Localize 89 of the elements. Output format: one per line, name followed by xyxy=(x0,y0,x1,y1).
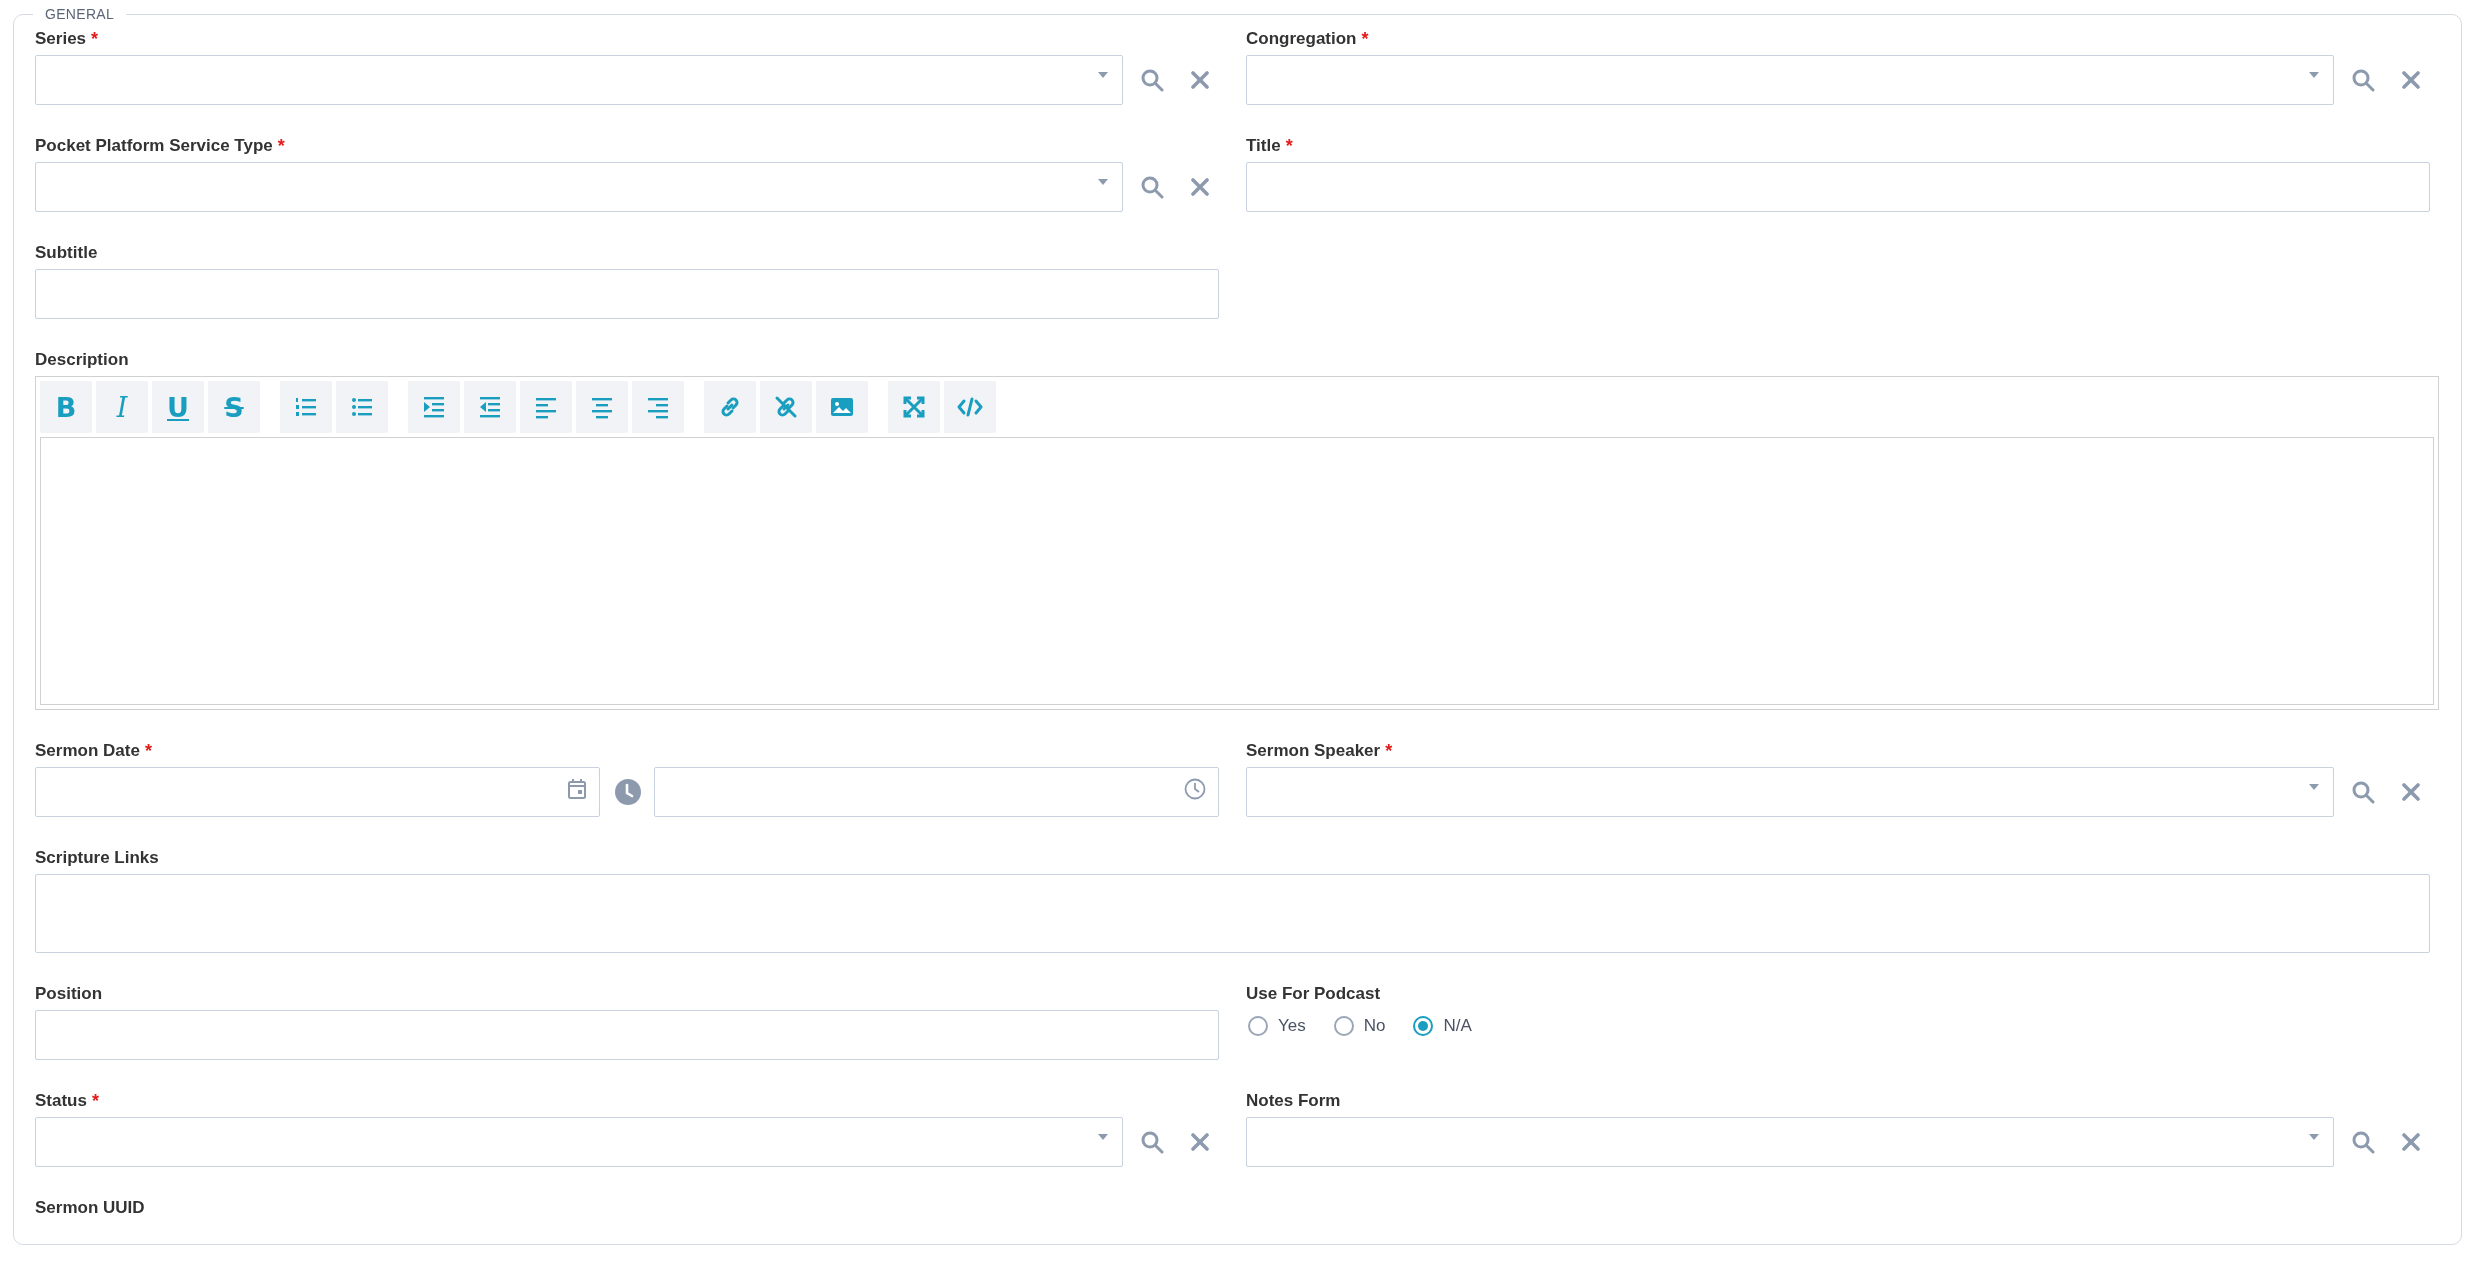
code-button[interactable] xyxy=(944,381,996,433)
dropdown-field[interactable] xyxy=(35,162,1123,212)
link-icon xyxy=(718,395,742,419)
search-icon[interactable] xyxy=(2351,780,2375,804)
field-label: Series xyxy=(35,29,87,49)
align-right-icon xyxy=(646,395,670,419)
bullet-list-button[interactable] xyxy=(336,381,388,433)
field-label: Description xyxy=(35,350,129,370)
dropdown-field[interactable] xyxy=(35,55,1123,105)
expand-icon xyxy=(902,395,926,419)
radio-label[interactable]: N/A xyxy=(1443,1016,1472,1036)
field-label: Sermon Date xyxy=(35,741,140,761)
align-left-button[interactable] xyxy=(520,381,572,433)
field-label: Status xyxy=(35,1091,87,1111)
field-label: Scripture Links xyxy=(35,848,159,868)
text-field[interactable] xyxy=(35,1010,1219,1060)
indent-button[interactable] xyxy=(408,381,460,433)
required-mark: * xyxy=(1285,135,1293,157)
field-label: Position xyxy=(35,984,103,1004)
dropdown-field[interactable] xyxy=(35,1117,1123,1167)
field-label: Pocket Platform Service Type xyxy=(35,136,273,156)
field-label: Notes Form xyxy=(1246,1091,1341,1111)
outdent-icon xyxy=(478,395,502,419)
align-center-icon xyxy=(590,395,614,419)
dropdown-field[interactable] xyxy=(1246,55,2334,105)
time-field[interactable] xyxy=(654,767,1219,817)
field-label: Sermon UUID xyxy=(35,1198,145,1218)
image-button[interactable] xyxy=(816,381,868,433)
clear-icon[interactable] xyxy=(2402,71,2420,89)
text-field[interactable] xyxy=(1246,162,2430,212)
clock-icon xyxy=(615,779,641,805)
link-button[interactable] xyxy=(704,381,756,433)
fullscreen-button[interactable] xyxy=(888,381,940,433)
radio-label[interactable]: No xyxy=(1363,1016,1386,1036)
required-mark: * xyxy=(1385,740,1393,762)
caret-icon xyxy=(2309,784,2319,790)
required-mark: * xyxy=(1361,28,1369,50)
unlink-button[interactable] xyxy=(760,381,812,433)
radio-button[interactable] xyxy=(1333,1016,1354,1036)
ordered-list-button[interactable] xyxy=(280,381,332,433)
required-mark: * xyxy=(91,28,99,50)
field-label: Congregation xyxy=(1246,29,1357,49)
required-mark: * xyxy=(277,135,285,157)
field-label: Use For Podcast xyxy=(1246,984,1381,1004)
indent-icon xyxy=(422,395,446,419)
section-legend: GENERAL xyxy=(33,6,126,22)
outdent-button[interactable] xyxy=(464,381,516,433)
caret-icon xyxy=(2309,1134,2319,1140)
caret-icon xyxy=(2309,72,2319,78)
bullet-list-icon xyxy=(350,395,374,419)
align-right-button[interactable] xyxy=(632,381,684,433)
align-center-button[interactable] xyxy=(576,381,628,433)
clear-icon[interactable] xyxy=(1191,178,1209,196)
radio-label[interactable]: Yes xyxy=(1278,1016,1306,1036)
clear-icon[interactable] xyxy=(2402,783,2420,801)
field-label: Sermon Speaker xyxy=(1246,741,1381,761)
required-mark: * xyxy=(144,740,152,762)
caret-icon xyxy=(1098,179,1108,185)
search-icon[interactable] xyxy=(1140,68,1164,92)
search-icon[interactable] xyxy=(1140,175,1164,199)
strike-button[interactable]: S xyxy=(208,381,260,433)
dropdown-field[interactable] xyxy=(1246,1117,2334,1167)
code-icon xyxy=(957,395,983,419)
underline-button[interactable]: U xyxy=(152,381,204,433)
field-label: Subtitle xyxy=(35,243,98,263)
date-field[interactable] xyxy=(35,767,600,817)
bold-button[interactable]: B xyxy=(40,381,92,433)
clear-icon[interactable] xyxy=(1191,1133,1209,1151)
clock-icon xyxy=(1184,778,1206,800)
caret-icon xyxy=(1098,1134,1108,1140)
caret-icon xyxy=(1098,72,1108,78)
text-area[interactable] xyxy=(35,874,2430,953)
clear-icon[interactable] xyxy=(2402,1133,2420,1151)
calendar-icon xyxy=(567,778,587,800)
search-icon[interactable] xyxy=(2351,68,2375,92)
dropdown-field[interactable] xyxy=(1246,767,2334,817)
align-left-icon xyxy=(534,395,558,419)
image-icon xyxy=(830,397,854,417)
unlink-icon xyxy=(774,395,798,419)
radio-button[interactable] xyxy=(1413,1016,1434,1036)
italic-button[interactable]: I xyxy=(96,381,148,433)
search-icon[interactable] xyxy=(1140,1130,1164,1154)
required-mark: * xyxy=(91,1090,99,1112)
clear-icon[interactable] xyxy=(1191,71,1209,89)
field-label: Title xyxy=(1246,136,1281,156)
search-icon[interactable] xyxy=(2351,1130,2375,1154)
numbered-list-icon xyxy=(294,395,318,419)
text-field[interactable] xyxy=(35,269,1219,319)
radio-button[interactable] xyxy=(1248,1016,1268,1036)
